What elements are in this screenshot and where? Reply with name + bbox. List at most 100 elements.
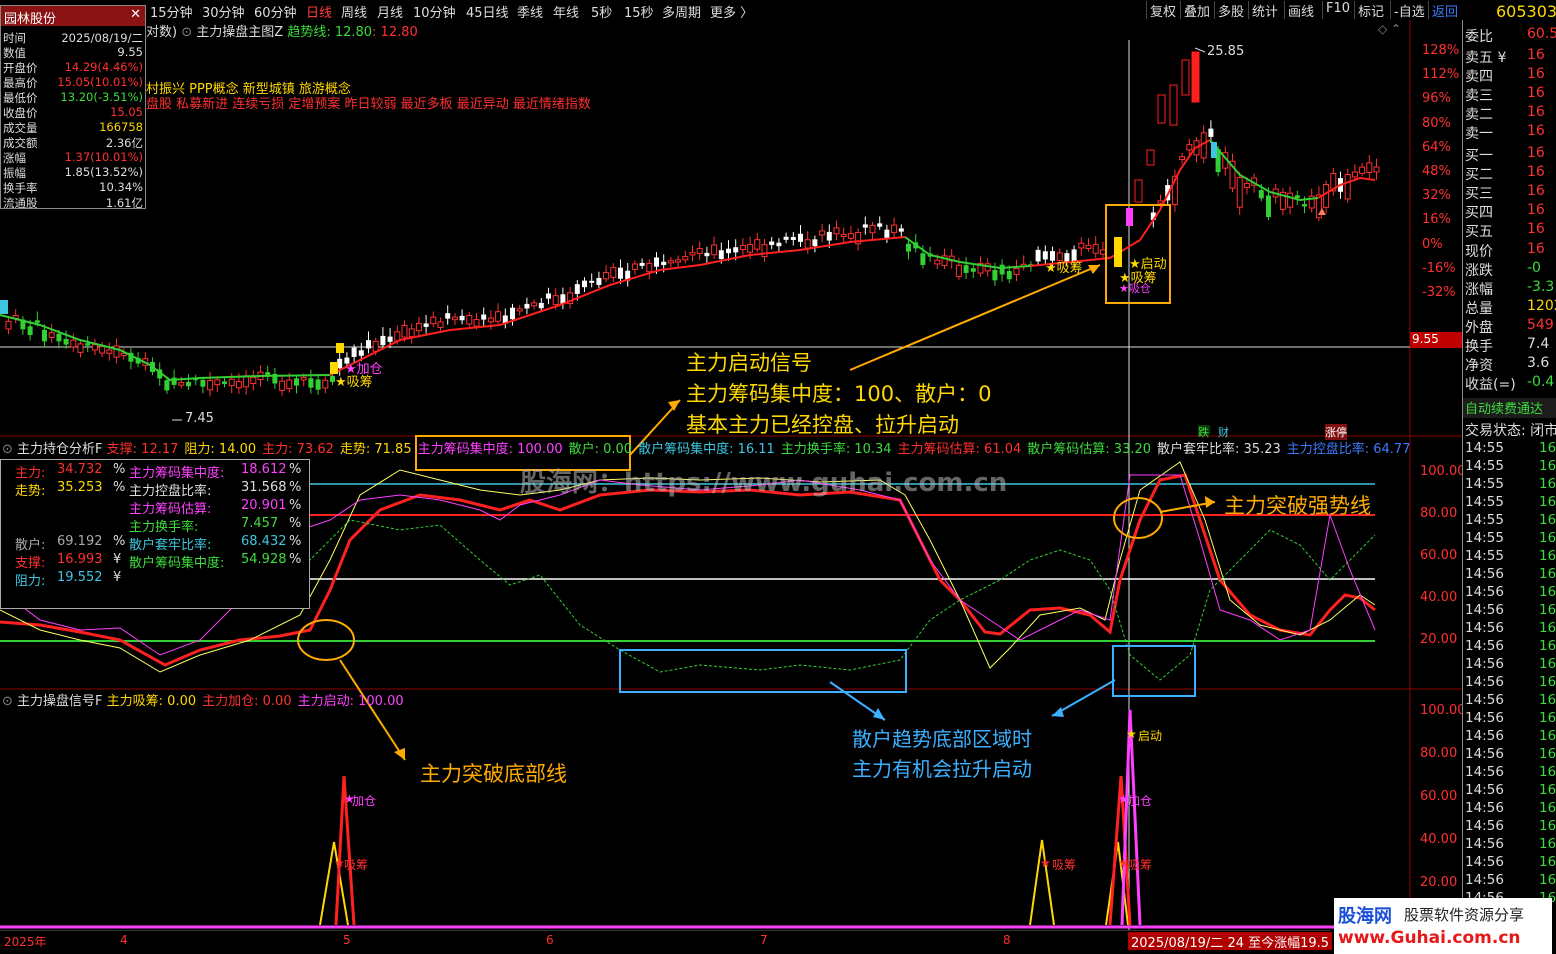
period-tab[interactable]: 年线: [553, 2, 579, 21]
f10-button[interactable]: F10: [1322, 1, 1353, 19]
tick-row: 14:56 16: [1465, 728, 1556, 746]
info-label: 时间: [3, 31, 26, 45]
concepts-line-2: 盘股 私募新进 连续亏损 定增预案 昨日较弱 最近多板 最近异动 最近情绪指数: [146, 97, 591, 112]
legend-value: 68.432: [241, 534, 287, 549]
candle-body: [574, 284, 580, 294]
watchlist-button[interactable]: -自选: [1390, 1, 1428, 20]
info-row: 开盘价 14.29(4.46%): [1, 60, 145, 75]
order-book-row[interactable]: 卖五 ¥ 16: [1465, 47, 1556, 66]
bottom-indicator-name[interactable]: 主力操盘信号F: [17, 694, 102, 709]
period-tab[interactable]: 多周期: [662, 2, 701, 21]
tick-price: 16: [1539, 530, 1556, 546]
order-book-row[interactable]: 卖三 16: [1465, 85, 1556, 104]
period-tab[interactable]: 60分钟: [254, 2, 297, 21]
stats-button[interactable]: 统计: [1248, 1, 1281, 20]
order-book-row[interactable]: 买五 16: [1465, 221, 1556, 240]
gear-icon[interactable]: ⊙: [181, 25, 192, 40]
y-tick-label: 20.00: [1420, 875, 1458, 890]
tick-price: 16: [1539, 764, 1556, 780]
chart-controls[interactable]: ◇ ⌃: [1378, 22, 1401, 36]
period-tab[interactable]: 45日线: [466, 2, 509, 21]
candle-body: [516, 308, 523, 312]
tick-time: 14:56: [1465, 782, 1504, 798]
period-tab[interactable]: 月线: [377, 2, 403, 21]
tick-price: 16: [1539, 566, 1556, 582]
candle-body: [113, 345, 120, 358]
close-icon[interactable]: ✕: [130, 7, 141, 22]
multi-stock-button[interactable]: 多股: [1214, 1, 1247, 20]
candle-body: [934, 259, 941, 265]
candle-body: [85, 343, 91, 346]
tick-row: 14:55 16: [1465, 512, 1556, 530]
info-value: 2.36亿: [105, 136, 143, 150]
order-book-label: 买三: [1465, 186, 1493, 202]
tick-row: 14:56 16: [1465, 566, 1556, 584]
candle-body: [200, 379, 206, 387]
overlay-button[interactable]: 叠加: [1180, 1, 1213, 20]
info-label: 成交量: [3, 121, 38, 135]
info-row: 最低价 13.20(-3.51%): [1, 90, 145, 105]
quote-stat-value: -3.3: [1527, 279, 1555, 295]
info-label: 换手率: [3, 181, 38, 195]
gear-icon[interactable]: ⊙: [2, 694, 13, 709]
tick-time: 14:56: [1465, 818, 1504, 834]
svg-text:★: ★: [1040, 856, 1051, 870]
info-row: 最高价 15.05(10.01%): [1, 75, 145, 90]
candle-body: [631, 263, 638, 270]
back-button[interactable]: 返回: [1428, 1, 1461, 20]
fuquan-button[interactable]: 复权: [1146, 1, 1179, 20]
period-tab[interactable]: 周线: [341, 2, 367, 21]
tick-price: 16: [1539, 854, 1556, 870]
middle-indicator-name[interactable]: 主力持仓分析F: [17, 442, 102, 457]
site-logo: 股海网 股票软件资源分享 www.Guhai.com.cn: [1334, 898, 1552, 954]
tick-time: 14:55: [1465, 530, 1504, 546]
order-book-label: 买五: [1465, 224, 1493, 240]
info-value: 15.05: [110, 105, 143, 119]
candle-body: [91, 344, 98, 351]
candle-body: [445, 313, 451, 319]
indicator-value: 主力筹码集中度: 100.00: [417, 442, 563, 457]
info-row: 振幅 1.85(13.52%): [1, 165, 145, 180]
candle-body: [582, 280, 587, 288]
period-tab[interactable]: 30分钟: [202, 2, 245, 21]
period-tab[interactable]: 5秒: [591, 2, 612, 21]
candle-body: [847, 233, 854, 239]
order-book-row[interactable]: 卖一 16: [1465, 123, 1556, 142]
more-periods-button[interactable]: 更多 〉: [710, 2, 753, 21]
candle-body: [481, 314, 487, 320]
tick-row: 14:56 16: [1465, 602, 1556, 620]
gear-icon[interactable]: ⊙: [2, 442, 13, 457]
y-tick-label: 40.00: [1420, 832, 1458, 847]
candle-body: [1179, 156, 1186, 160]
indicator-value: 散户筹码估算: 33.20: [1027, 442, 1152, 457]
candle-body: [776, 242, 782, 247]
period-tab[interactable]: 15秒: [624, 2, 654, 21]
order-book-row[interactable]: 买二 16: [1465, 164, 1556, 183]
order-book-row[interactable]: 买三 16: [1465, 183, 1556, 202]
candle-body: [661, 261, 667, 266]
indicator-name[interactable]: 主力操盘主图Z: [196, 25, 283, 40]
legend-label: 支撑:: [15, 556, 46, 571]
order-book-row[interactable]: 买四 16: [1465, 202, 1556, 221]
period-tab[interactable]: 季线: [517, 2, 543, 21]
legend-label: 主力换手率:: [129, 520, 199, 535]
info-row: 成交额 2.36亿: [1, 135, 145, 150]
mark-button[interactable]: 标记: [1354, 1, 1387, 20]
tick-time: 14:56: [1465, 566, 1504, 582]
candle-body: [891, 224, 898, 234]
order-book-row[interactable]: 买一 16: [1465, 145, 1556, 164]
legend-unit: ¥: [113, 570, 122, 585]
tick-row: 14:56 16: [1465, 800, 1556, 818]
draw-line-button[interactable]: 画线: [1284, 1, 1317, 20]
order-book-row[interactable]: 卖二 16: [1465, 104, 1556, 123]
tick-row: 14:56 16: [1465, 818, 1556, 836]
auto-renew-notice[interactable]: 自动续费通达: [1463, 398, 1556, 418]
tick-time: 14:56: [1465, 674, 1504, 690]
info-row: 涨幅 1.37(10.01%): [1, 150, 145, 165]
tick-time: 14:56: [1465, 638, 1504, 654]
order-book-row[interactable]: 卖四 16: [1465, 66, 1556, 85]
period-tab[interactable]: 10分钟: [413, 2, 456, 21]
quote-stat-value: 549: [1527, 317, 1554, 333]
period-tab[interactable]: 15分钟: [150, 2, 193, 21]
period-tab-active[interactable]: 日线: [306, 2, 332, 21]
